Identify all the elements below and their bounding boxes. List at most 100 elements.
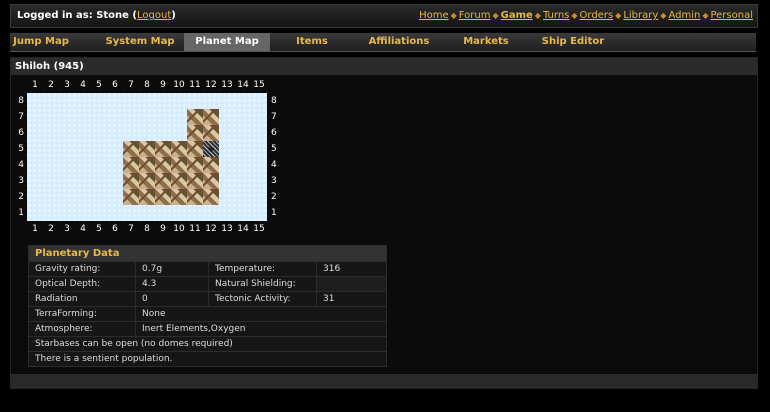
land-tile[interactable] [123, 173, 139, 189]
land-tile[interactable] [203, 157, 219, 173]
land-tile[interactable] [139, 141, 155, 157]
x-axis-label: 10 [173, 80, 185, 90]
x-axis-label: 7 [128, 224, 134, 234]
land-tile[interactable] [203, 189, 219, 205]
land-tile[interactable] [155, 157, 171, 173]
land-tile[interactable] [123, 141, 139, 157]
land-tile[interactable] [187, 173, 203, 189]
x-axis-label: 11 [189, 224, 201, 234]
nav-separator: ◆ [660, 11, 667, 20]
tab-planet-map[interactable]: Planet Map [184, 33, 270, 51]
nav-link-orders[interactable]: Orders [580, 10, 614, 21]
nav-link-admin[interactable]: Admin [668, 10, 700, 21]
y-axis-label: 8 [18, 96, 24, 106]
x-axis-label: 12 [205, 224, 217, 234]
planetary-data-table: Planetary Data Gravity rating: 0.7g Temp… [28, 245, 387, 367]
gravity-label: Gravity rating: [28, 261, 136, 277]
planet-grid[interactable] [27, 93, 267, 221]
atmosphere-label: Atmosphere: [28, 321, 136, 337]
y-axis-label: 2 [18, 192, 24, 202]
x-axis-label: 14 [237, 80, 249, 90]
land-tile[interactable] [187, 157, 203, 173]
nav-link-game[interactable]: Game [501, 10, 533, 21]
tab-ship-editor[interactable]: Ship Editor [528, 33, 618, 51]
land-tile[interactable] [203, 173, 219, 189]
x-axis-label: 2 [48, 80, 54, 90]
nav-link-turns[interactable]: Turns [543, 10, 569, 21]
planet-map-panel: Shiloh (945) 1 1 2 2 3 3 4 4 5 5 6 6 7 7 8 8 9 9 10 10 11 11 1… [10, 57, 758, 389]
tab-jump-map[interactable]: Jump Map [10, 33, 72, 51]
main-nav: Home ◆ Forum ◆ Game ◆ Turns ◆ Orders ◆ Library ◆ Adm… [419, 10, 753, 21]
y-axis-label: 1 [18, 208, 24, 218]
x-axis-label: 2 [48, 224, 54, 234]
land-tile[interactable] [139, 173, 155, 189]
land-tile[interactable] [171, 157, 187, 173]
nav-separator: ◆ [615, 11, 622, 20]
land-tile[interactable] [187, 125, 203, 141]
temperature-value: 316 [316, 261, 387, 277]
nav-link-home[interactable]: Home [419, 10, 449, 21]
y-axis-label: 7 [18, 112, 24, 122]
sentient-note: There is a sentient population. [28, 351, 387, 367]
land-tile[interactable] [187, 109, 203, 125]
x-axis-label: 15 [253, 80, 265, 90]
land-tile[interactable] [123, 157, 139, 173]
starbase-note: Starbases can be open (no domes required… [28, 336, 387, 352]
terraforming-value: None [135, 306, 387, 322]
logout-link[interactable]: Logout [137, 10, 171, 21]
x-axis-label: 6 [112, 80, 118, 90]
tab-items[interactable]: Items [270, 33, 354, 51]
planet-title: Shiloh (945) [15, 61, 84, 72]
y-axis-label: 4 [18, 160, 24, 170]
y-axis-label: 2 [271, 192, 277, 202]
login-text: Logged in as: Stone [17, 10, 129, 21]
x-axis-label: 10 [173, 224, 185, 234]
land-tile[interactable] [171, 173, 187, 189]
x-axis-label: 4 [80, 224, 86, 234]
land-tile[interactable] [187, 141, 203, 157]
gravity-value: 0.7g [135, 261, 209, 277]
nav-link-library[interactable]: Library [623, 10, 658, 21]
tab-markets[interactable]: Markets [444, 33, 528, 51]
temperature-label: Temperature: [208, 261, 317, 277]
land-tile[interactable] [155, 189, 171, 205]
x-axis-label: 7 [128, 80, 134, 90]
y-axis-label: 8 [271, 96, 277, 106]
land-tile[interactable] [123, 189, 139, 205]
nav-link-personal[interactable]: Personal [710, 10, 753, 21]
x-axis-label: 1 [32, 80, 38, 90]
planetary-data-heading: Planetary Data [28, 245, 387, 262]
tectonic-activity-label: Tectonic Activity: [208, 291, 317, 307]
y-axis-label: 1 [271, 208, 277, 218]
natural-shielding-value [316, 276, 387, 292]
y-axis-label: 6 [271, 128, 277, 138]
land-tile[interactable] [155, 173, 171, 189]
login-status: Logged in as: Stone (Logout) [17, 10, 176, 21]
x-axis-label: 15 [253, 224, 265, 234]
tab-affiliations[interactable]: Affiliations [354, 33, 444, 51]
land-tile[interactable] [139, 157, 155, 173]
x-axis-label: 8 [144, 80, 150, 90]
location-marker-icon[interactable] [203, 141, 219, 157]
land-tile[interactable] [203, 109, 219, 125]
atmosphere-value: Inert Elements,Oxygen [135, 321, 387, 337]
land-tile[interactable] [171, 141, 187, 157]
x-axis-label: 3 [64, 80, 70, 90]
x-axis-label: 4 [80, 80, 86, 90]
x-axis-label: 11 [189, 80, 201, 90]
nav-separator: ◆ [702, 11, 709, 20]
land-tile[interactable] [171, 189, 187, 205]
land-tile[interactable] [187, 189, 203, 205]
land-tile[interactable] [139, 189, 155, 205]
radiation-value: 0 [135, 291, 209, 307]
land-tile[interactable] [203, 125, 219, 141]
x-axis-label: 8 [144, 224, 150, 234]
y-axis-label: 5 [18, 144, 24, 154]
top-bar: Logged in as: Stone (Logout) Home ◆ Forum ◆… [10, 4, 758, 28]
optical-depth-label: Optical Depth: [28, 276, 136, 292]
tab-system-map[interactable]: System Map [96, 33, 184, 51]
radiation-label: Radiation [28, 291, 136, 307]
nav-link-forum[interactable]: Forum [459, 10, 491, 21]
land-tile[interactable] [155, 141, 171, 157]
nav-separator: ◆ [450, 11, 457, 20]
